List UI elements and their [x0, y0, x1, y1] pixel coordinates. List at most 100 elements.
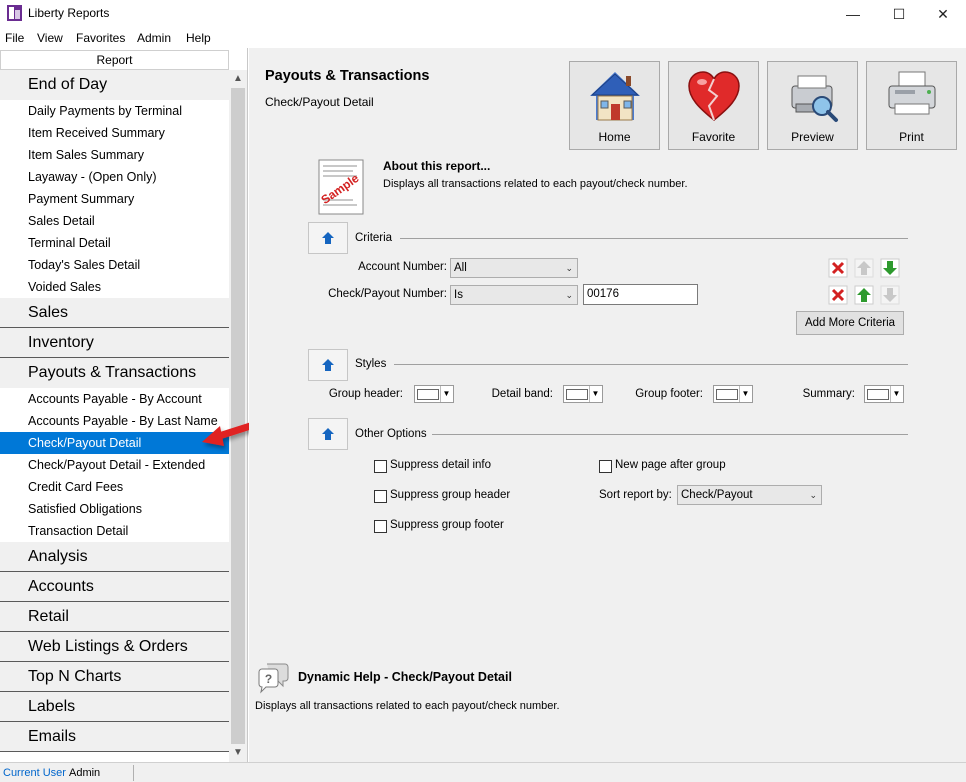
criteria-divider: [400, 238, 908, 239]
report-item[interactable]: Item Sales Summary: [0, 144, 229, 166]
check-number-input[interactable]: 00176: [583, 284, 698, 305]
menu-favorites[interactable]: Favorites: [76, 31, 125, 45]
summary-label: Summary:: [802, 388, 855, 400]
sort-report-label: Sort report by:: [599, 489, 672, 501]
app-logo-icon: [7, 5, 22, 21]
report-item[interactable]: Satisfied Obligations: [0, 498, 229, 520]
print-button[interactable]: Print: [866, 61, 957, 150]
account-number-label: Account Number:: [358, 261, 447, 273]
menu-help[interactable]: Help: [186, 31, 211, 45]
scroll-down-arrow-icon[interactable]: ▼: [229, 744, 247, 762]
dynamic-help-description: Displays all transactions related to eac…: [255, 700, 560, 712]
favorite-button[interactable]: Favorite: [668, 61, 759, 150]
dropdown-arrow-icon: ▼: [589, 386, 601, 402]
report-item[interactable]: Item Received Summary: [0, 122, 229, 144]
chevron-down-icon: ⌄: [809, 490, 817, 500]
detail-band-label: Detail band:: [491, 388, 553, 400]
print-label: Print: [899, 130, 924, 144]
category-inventory[interactable]: Inventory: [0, 328, 229, 358]
maximize-button[interactable]: ☐: [876, 0, 922, 28]
category-web-listings[interactable]: Web Listings & Orders: [0, 632, 229, 662]
criteria-collapse-button[interactable]: [308, 222, 348, 254]
report-item[interactable]: Check/Payout Detail - Extended: [0, 454, 229, 476]
summary-color-picker[interactable]: ▼: [864, 385, 904, 403]
report-item[interactable]: Credit Card Fees: [0, 476, 229, 498]
home-icon: [590, 72, 640, 121]
menu-view[interactable]: View: [37, 31, 63, 45]
sort-report-select[interactable]: Check/Payout ⌄: [677, 485, 822, 505]
options-section-label: Other Options: [355, 428, 427, 440]
help-chat-icon: ?: [258, 663, 289, 694]
menu-bar: File View Favorites Admin Help: [0, 28, 966, 48]
preview-label: Preview: [791, 130, 834, 144]
detail-band-color-picker[interactable]: ▼: [563, 385, 603, 403]
title-bar: Liberty Reports — ☐ ✕: [0, 0, 966, 28]
group-footer-color-picker[interactable]: ▼: [713, 385, 753, 403]
minimize-button[interactable]: —: [830, 0, 876, 28]
category-sales[interactable]: Sales: [0, 298, 229, 328]
status-bar: Current User Admin: [0, 762, 966, 782]
move-up-icon[interactable]: [854, 285, 874, 305]
category-analysis[interactable]: Analysis: [0, 542, 229, 572]
up-arrow-icon: [322, 359, 334, 371]
criteria-section-label: Criteria: [355, 232, 393, 244]
report-item[interactable]: Payment Summary: [0, 188, 229, 210]
check-operator-select[interactable]: Is ⌄: [450, 285, 578, 305]
dropdown-arrow-icon: ▼: [890, 386, 902, 402]
group-header-color-picker[interactable]: ▼: [414, 385, 454, 403]
close-button[interactable]: ✕: [920, 0, 966, 28]
status-divider: [133, 765, 134, 781]
styles-divider: [394, 364, 908, 365]
add-more-criteria-button[interactable]: Add More Criteria: [796, 311, 904, 335]
menu-file[interactable]: File: [5, 31, 24, 45]
group-footer-label: Group footer:: [635, 388, 703, 400]
sample-report-icon: Sample: [318, 159, 364, 215]
report-item[interactable]: Daily Payments by Terminal: [0, 100, 229, 122]
report-item[interactable]: Transaction Detail: [0, 520, 229, 542]
menu-admin[interactable]: Admin: [137, 31, 171, 45]
about-description: Displays all transactions related to eac…: [383, 178, 688, 190]
remove-criteria-icon[interactable]: [828, 258, 848, 278]
group-header-label: Group header:: [328, 388, 403, 400]
category-emails[interactable]: Emails: [0, 722, 229, 752]
scroll-up-arrow-icon[interactable]: ▲: [229, 70, 247, 88]
category-labels[interactable]: Labels: [0, 692, 229, 722]
category-end-of-day[interactable]: End of Day: [0, 70, 229, 100]
up-arrow-icon: [322, 428, 334, 440]
report-item[interactable]: Today's Sales Detail: [0, 254, 229, 276]
sidebar-header: Report: [0, 50, 229, 70]
styles-collapse-button[interactable]: [308, 349, 348, 381]
preview-button[interactable]: Preview: [767, 61, 858, 150]
report-panel: Payouts & Transactions Check/Payout Deta…: [249, 48, 966, 762]
account-number-select[interactable]: All ⌄: [450, 258, 578, 278]
report-item[interactable]: Layaway - (Open Only): [0, 166, 229, 188]
options-divider: [432, 434, 908, 435]
chevron-down-icon: ⌄: [565, 263, 573, 273]
move-down-disabled-icon[interactable]: [880, 285, 900, 305]
home-button[interactable]: Home: [569, 61, 660, 150]
category-payouts-transactions[interactable]: Payouts & Transactions: [0, 358, 229, 388]
svg-text:?: ?: [265, 672, 272, 686]
report-category-title: Payouts & Transactions: [265, 68, 430, 84]
dropdown-arrow-icon: ▼: [739, 386, 751, 402]
report-name: Check/Payout Detail: [265, 95, 374, 109]
broken-heart-icon: [688, 71, 740, 121]
move-up-disabled-icon[interactable]: [854, 258, 874, 278]
dropdown-arrow-icon: ▼: [440, 386, 452, 402]
options-collapse-button[interactable]: [308, 418, 348, 450]
about-title: About this report...: [383, 159, 491, 173]
chevron-down-icon: ⌄: [565, 290, 573, 300]
move-down-icon[interactable]: [880, 258, 900, 278]
report-item[interactable]: Voided Sales: [0, 276, 229, 298]
report-item[interactable]: Terminal Detail: [0, 232, 229, 254]
report-item[interactable]: Sales Detail: [0, 210, 229, 232]
category-accounts[interactable]: Accounts: [0, 572, 229, 602]
category-retail[interactable]: Retail: [0, 602, 229, 632]
home-label: Home: [598, 130, 631, 144]
check-payout-number-label: Check/Payout Number:: [328, 288, 447, 300]
category-top-n-charts[interactable]: Top N Charts: [0, 662, 229, 692]
window-title: Liberty Reports: [28, 6, 110, 20]
remove-criteria-icon[interactable]: [828, 285, 848, 305]
styles-section-label: Styles: [355, 358, 387, 370]
print-preview-icon: [791, 75, 838, 122]
